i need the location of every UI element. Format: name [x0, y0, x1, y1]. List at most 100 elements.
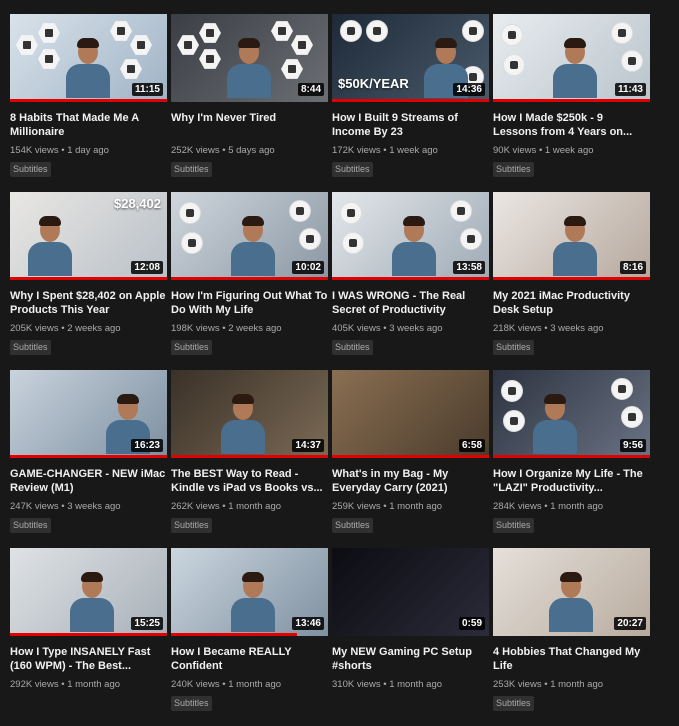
video-title[interactable]: How I Became REALLY Confident	[171, 645, 328, 673]
video-meta: 198K views • 2 weeks ago	[171, 323, 328, 335]
video-title[interactable]: How I Made $250k - 9 Lessons from 4 Year…	[493, 111, 650, 139]
video-card[interactable]: $50K/YEAR 14:36 How I Built 9 Streams of I…	[332, 14, 489, 192]
subtitles-badge: Subtitles	[171, 696, 212, 711]
video-title[interactable]: How I Built 9 Streams of Income By 23	[332, 111, 489, 139]
video-thumbnail[interactable]: 20:27	[493, 548, 650, 636]
video-title[interactable]: How I'm Figuring Out What To Do With My …	[171, 289, 328, 317]
video-title[interactable]: Why I'm Never Tired	[171, 111, 328, 139]
video-card[interactable]: 14:37 The BEST Way to Read - Kindle vs iP…	[171, 370, 328, 548]
view-count: 252K views	[171, 145, 220, 156]
subtitles-badge: Subtitles	[10, 340, 51, 355]
meta-separator: •	[536, 145, 545, 156]
subtitles-badge: Subtitles	[332, 162, 373, 177]
video-thumbnail[interactable]: 15:25	[10, 548, 167, 636]
video-thumbnail[interactable]: 8:44	[171, 14, 328, 102]
meta-separator: •	[58, 679, 68, 690]
video-title[interactable]: GAME-CHANGER - NEW iMac Review (M1)	[10, 467, 167, 495]
video-title[interactable]: My 2021 iMac Productivity Desk Setup	[493, 289, 650, 317]
video-card[interactable]: 6:58 What's in my Bag - My Everyday Carry…	[332, 370, 489, 548]
watch-progress-bar	[171, 455, 328, 458]
video-card[interactable]: 8:44 Why I'm Never Tired 252K views • 5 da…	[171, 14, 328, 192]
video-thumbnail[interactable]: 11:15	[10, 14, 167, 102]
video-thumbnail[interactable]: 9:56	[493, 370, 650, 458]
video-card[interactable]: 13:46 How I Became REALLY Confident 240K v…	[171, 548, 328, 726]
video-meta: 253K views • 1 month ago	[493, 679, 650, 691]
video-title[interactable]: 4 Hobbies That Changed My Life	[493, 645, 650, 673]
subtitles-badge: Subtitles	[493, 696, 534, 711]
video-card[interactable]: 20:27 4 Hobbies That Changed My Life 253K …	[493, 548, 650, 726]
icon-bubble	[503, 54, 525, 76]
duration-badge: 12:08	[131, 261, 163, 274]
video-title[interactable]: 8 Habits That Made Me A Millionaire	[10, 111, 167, 139]
video-thumbnail[interactable]: $50K/YEAR 14:36	[332, 14, 489, 102]
presenter-figure	[70, 572, 114, 632]
video-meta: 405K views • 3 weeks ago	[332, 323, 489, 335]
presenter-figure	[549, 572, 593, 632]
view-count: 198K views	[171, 323, 220, 334]
subtitles-badge: Subtitles	[493, 162, 534, 177]
duration-badge: 11:43	[614, 83, 646, 96]
video-title[interactable]: Why I Spent $28,402 on Apple Products Th…	[10, 289, 167, 317]
video-title[interactable]: My NEW Gaming PC Setup #shorts	[332, 645, 489, 673]
watch-progress-bar	[493, 455, 650, 458]
duration-badge: 8:16	[619, 261, 646, 274]
icon-bubble	[299, 228, 321, 250]
thumbnail-overlay-text: $50K/YEAR	[338, 76, 409, 91]
duration-badge: 13:58	[453, 261, 485, 274]
view-count: 292K views	[10, 679, 59, 690]
video-card[interactable]: 0:59 My NEW Gaming PC Setup #shorts 310K v…	[332, 548, 489, 726]
watch-progress-bar	[493, 99, 650, 102]
video-title[interactable]: How I Type INSANELY Fast (160 WPM) - The…	[10, 645, 167, 673]
duration-badge: 6:58	[458, 439, 485, 452]
video-title[interactable]: I WAS WRONG - The Real Secret of Product…	[332, 289, 489, 317]
video-thumbnail[interactable]: 13:46	[171, 548, 328, 636]
video-thumbnail[interactable]: 10:02	[171, 192, 328, 280]
icon-bubble	[460, 228, 482, 250]
view-count: 259K views	[332, 501, 381, 512]
video-meta: 259K views • 1 month ago	[332, 501, 489, 513]
watch-progress-bar	[171, 277, 328, 280]
video-card[interactable]: 10:02 How I'm Figuring Out What To Do Wit…	[171, 192, 328, 370]
presenter-figure	[28, 216, 72, 276]
video-thumbnail[interactable]: 8:16	[493, 192, 650, 280]
video-card[interactable]: 8:16 My 2021 iMac Productivity Desk Setup…	[493, 192, 650, 370]
icon-bubble	[450, 200, 472, 222]
video-card[interactable]: 11:15 8 Habits That Made Me A Millionaire…	[10, 14, 167, 192]
video-thumbnail[interactable]: $28,402 12:08	[10, 192, 167, 280]
video-card[interactable]: $28,402 12:08 Why I Spent $28,402 on Apple…	[10, 192, 167, 370]
video-title[interactable]: How I Organize My Life - The "LAZI" Prod…	[493, 467, 650, 495]
video-thumbnail[interactable]: 0:59	[332, 548, 489, 636]
video-thumbnail[interactable]: 14:37	[171, 370, 328, 458]
video-meta: 218K views • 3 weeks ago	[493, 323, 650, 335]
video-title[interactable]: The BEST Way to Read - Kindle vs iPad vs…	[171, 467, 328, 495]
video-thumbnail[interactable]: 13:58	[332, 192, 489, 280]
view-count: 172K views	[332, 145, 381, 156]
video-meta: 90K views • 1 week ago	[493, 145, 650, 157]
video-card[interactable]: 9:56 How I Organize My Life - The "LAZI" …	[493, 370, 650, 548]
presenter-figure	[533, 394, 577, 454]
duration-badge: 13:46	[292, 617, 324, 630]
icon-bubble	[340, 202, 362, 224]
meta-separator: •	[58, 501, 68, 512]
subtitles-badge: Subtitles	[10, 518, 51, 533]
upload-age: 3 weeks ago	[550, 323, 604, 334]
watch-progress-bar	[171, 633, 297, 636]
icon-bubble	[340, 20, 362, 42]
video-card[interactable]: 11:43 How I Made $250k - 9 Lessons from 4…	[493, 14, 650, 192]
icon-bubble	[501, 380, 523, 402]
video-meta: 154K views • 1 day ago	[10, 145, 167, 157]
meta-separator: •	[380, 501, 390, 512]
meta-separator: •	[380, 145, 390, 156]
video-thumbnail[interactable]: 16:23	[10, 370, 167, 458]
video-thumbnail[interactable]: 11:43	[493, 14, 650, 102]
video-card[interactable]: 13:58 I WAS WRONG - The Real Secret of Pr…	[332, 192, 489, 370]
video-title[interactable]: What's in my Bag - My Everyday Carry (20…	[332, 467, 489, 495]
watch-progress-bar	[10, 455, 167, 458]
presenter-figure	[221, 394, 265, 454]
upload-age: 3 weeks ago	[67, 501, 121, 512]
video-card[interactable]: 16:23 GAME-CHANGER - NEW iMac Review (M1)…	[10, 370, 167, 548]
subtitles-badge: Subtitles	[332, 518, 373, 533]
subtitles-badge: Subtitles	[171, 162, 212, 177]
video-card[interactable]: 15:25 How I Type INSANELY Fast (160 WPM) …	[10, 548, 167, 726]
video-thumbnail[interactable]: 6:58	[332, 370, 489, 458]
